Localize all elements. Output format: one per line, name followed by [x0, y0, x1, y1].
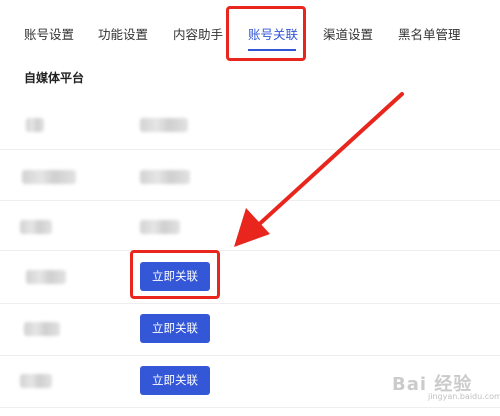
- platform-name-blurred: [22, 170, 76, 184]
- connect-now-button[interactable]: 立即关联: [140, 262, 210, 291]
- tab-account-settings[interactable]: 账号设置: [24, 27, 74, 43]
- tab-blacklist-management[interactable]: 黑名单管理: [398, 27, 461, 43]
- account-name-blurred: [140, 220, 180, 234]
- platform-name-blurred: [26, 118, 44, 132]
- platform-name-blurred: [24, 322, 60, 336]
- account-name-blurred: [140, 170, 190, 184]
- platform-name-blurred: [20, 220, 52, 234]
- active-tab-underline: [248, 49, 296, 51]
- connect-now-button[interactable]: 立即关联: [140, 314, 210, 343]
- tab-account-link[interactable]: 账号关联: [248, 27, 298, 43]
- row-divider: [0, 149, 500, 150]
- watermark-url: jingyan.baidu.com: [428, 392, 500, 401]
- row-divider: [0, 355, 500, 356]
- row-divider: [0, 200, 500, 201]
- settings-tab-bar: 账号设置 功能设置 内容助手 账号关联 渠道设置 黑名单管理: [0, 0, 500, 56]
- row-divider: [0, 250, 500, 251]
- platform-name-blurred: [26, 270, 66, 284]
- red-arrow-annotation: [234, 92, 404, 247]
- account-name-blurred: [140, 118, 188, 132]
- baidu-jingyan-watermark: Bai 经验 jingyan.baidu.com: [392, 368, 500, 408]
- tab-channel-settings[interactable]: 渠道设置: [323, 27, 373, 43]
- row-divider: [0, 303, 500, 304]
- section-title: 自媒体平台: [24, 71, 85, 85]
- tab-feature-settings[interactable]: 功能设置: [98, 27, 148, 43]
- connect-now-button[interactable]: 立即关联: [140, 366, 210, 395]
- tab-content-assistant[interactable]: 内容助手: [173, 27, 223, 43]
- account-link-page: 账号设置 功能设置 内容助手 账号关联 渠道设置 黑名单管理 自媒体平台 立即关…: [0, 0, 500, 416]
- platform-name-blurred: [20, 374, 52, 388]
